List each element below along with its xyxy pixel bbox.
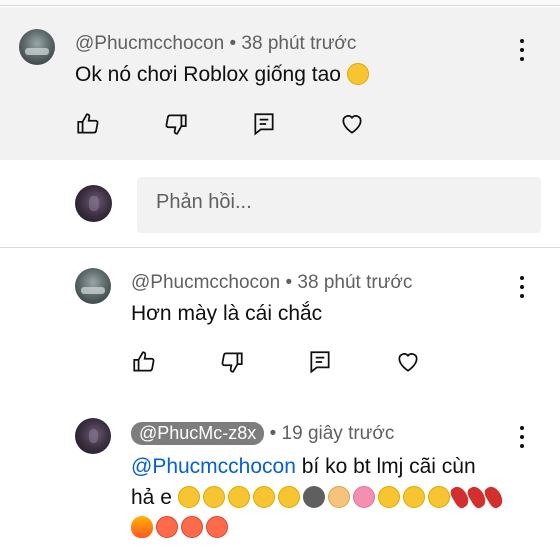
shushing-face-emoji-icon — [346, 63, 369, 85]
reply-text: Hơn mày là cái chắc — [131, 302, 323, 325]
speaking-head-emoji-icon — [302, 486, 325, 508]
avatar[interactable] — [19, 29, 55, 65]
like-button[interactable] — [131, 347, 219, 377]
thumbs-down-icon — [165, 114, 187, 135]
reply-more-options-button[interactable] — [514, 426, 530, 448]
reply-text-continuation: hả e — [131, 486, 172, 509]
thumbs-up-icon — [133, 351, 155, 372]
fire-emoji-icon — [131, 516, 153, 538]
section-divider — [0, 247, 560, 248]
heart-button[interactable] — [339, 109, 427, 139]
hot-face-emoji-icon — [206, 516, 228, 538]
reply-avatar[interactable] — [75, 418, 111, 454]
comment-time: 38 phút trước — [241, 33, 357, 54]
comment-actions — [75, 109, 427, 139]
like-button[interactable] — [75, 109, 163, 139]
reply-input[interactable] — [156, 191, 516, 214]
thumbs-down-icon — [221, 352, 243, 373]
smirk-emoji-icon — [427, 486, 450, 508]
reply-comment-icon — [310, 351, 330, 374]
comment-text: Ok nó chơi Roblox giống tao — [75, 63, 369, 87]
chili-pepper-emoji-icon — [482, 483, 506, 511]
hot-face-emoji-icon — [181, 516, 203, 538]
reply-header: @Phucmcchocon • 38 phút trước — [131, 272, 412, 294]
reply-input-box[interactable] — [137, 177, 541, 233]
comment-text-content: Ok nó chơi Roblox giống tao — [75, 63, 341, 86]
rofl-emoji-icon — [177, 486, 200, 508]
dislike-button[interactable] — [163, 109, 251, 139]
comment-header: @Phucmcchocon • 38 phút trước — [75, 33, 356, 55]
dislike-button[interactable] — [219, 347, 307, 377]
shushing-face-emoji-icon — [377, 486, 400, 508]
mention-link[interactable]: @Phucmcchocon — [131, 455, 296, 478]
reply-button[interactable] — [251, 109, 339, 139]
separator-dot: • — [285, 272, 293, 293]
rofl-emoji-icon — [252, 486, 275, 508]
reply-time: 19 giây trước — [281, 423, 395, 444]
more-vert-icon — [520, 426, 524, 430]
reply-time: 38 phút trước — [297, 272, 413, 293]
heart-icon — [398, 353, 418, 372]
separator-dot: • — [269, 423, 277, 444]
reply-text-content: bí ko bt lmj cãi cùn — [295, 455, 476, 478]
heart-button[interactable] — [395, 347, 483, 377]
reply-author[interactable]: @Phucmcchocon — [131, 272, 280, 293]
comment-author[interactable]: @Phucmcchocon — [75, 33, 224, 54]
rofl-emoji-icon — [227, 486, 250, 508]
reply-text-line3 — [131, 516, 231, 540]
current-user-avatar — [75, 185, 112, 222]
reply-more-options-button[interactable] — [514, 276, 530, 298]
separator-dot: • — [229, 33, 237, 54]
rofl-emoji-icon — [277, 486, 300, 508]
reply-text-line2: hả e — [131, 483, 506, 511]
more-vert-icon — [520, 276, 524, 280]
chili-pepper-emoji-icon — [448, 483, 472, 511]
reply-actions — [131, 347, 483, 377]
hot-face-emoji-icon — [156, 516, 178, 538]
reply-text-line1: @Phucmcchocon bí ko bt lmj cãi cùn — [131, 455, 476, 479]
pointing-hand-emoji-icon — [327, 486, 350, 508]
reply-comment-icon — [254, 113, 274, 136]
reply-avatar[interactable] — [75, 268, 111, 304]
chili-pepper-emoji-icon — [465, 483, 489, 511]
reply-button[interactable] — [307, 347, 395, 377]
reply-author-chip[interactable]: @PhucMc-z8x — [131, 422, 265, 445]
more-options-button[interactable] — [514, 39, 530, 61]
more-vert-icon — [520, 39, 524, 43]
heart-icon — [342, 115, 362, 134]
brain-emoji-icon — [352, 486, 375, 508]
top-divider — [0, 0, 560, 6]
shushing-face-emoji-icon — [402, 486, 425, 508]
comment-thread: @Phucmcchocon • 38 phút trước Ok nó chơi… — [0, 7, 560, 160]
reply-header: @PhucMc-z8x • 19 giây trước — [131, 422, 394, 445]
rofl-emoji-icon — [202, 486, 225, 508]
thumbs-up-icon — [77, 113, 99, 134]
